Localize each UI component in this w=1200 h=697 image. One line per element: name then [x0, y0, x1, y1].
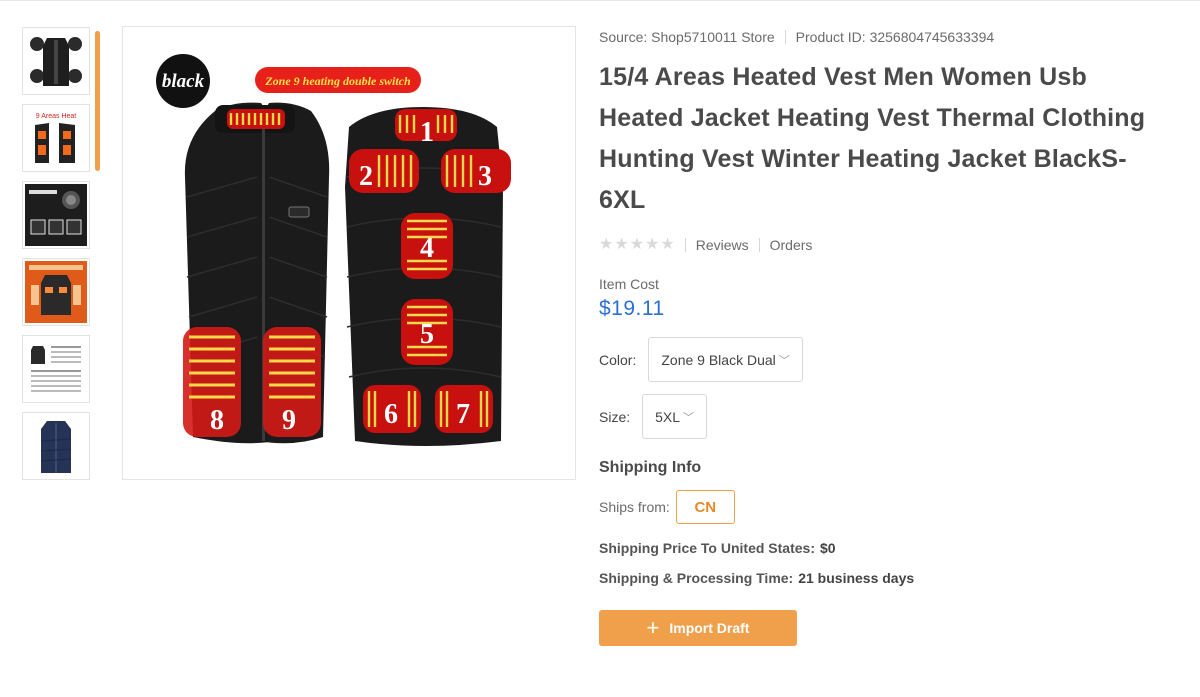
vest-front	[183, 102, 330, 444]
product-title: 15/4 Areas Heated Vest Men Women Usb Hea…	[599, 63, 1146, 214]
badge-text: black	[162, 71, 205, 92]
rating-stars: ★ ★ ★ ★ ★	[599, 237, 675, 253]
zone-label-9: 9	[282, 405, 296, 436]
thumbnail-6[interactable]	[22, 412, 90, 480]
processing-time-row: Shipping & Processing Time: 21 business …	[599, 570, 1189, 586]
item-cost-value: $19.11	[599, 297, 665, 320]
reviews-link[interactable]: Reviews	[696, 237, 749, 253]
size-option: Size: 5XL ﹀	[599, 394, 1189, 439]
thumbnail-4[interactable]	[22, 258, 90, 326]
product-id: Product ID: 3256804745633394	[795, 29, 995, 45]
thumb-9-areas-heat: 9 Areas Heat	[25, 107, 87, 169]
product-details: Source: Shop5710011 Store Product ID: 32…	[599, 27, 1189, 646]
thumbnail-2[interactable]: 9 Areas Heat	[22, 104, 90, 172]
size-select-value: 5XL	[655, 408, 681, 425]
star-icon: ★	[660, 236, 675, 253]
heated-vest-image: black Zone 9 heating double switch 1 2 3…	[123, 27, 575, 479]
zone-label-1: 1	[420, 117, 434, 148]
shipping-price-label: Shipping Price To United States:	[599, 540, 815, 556]
rating-divider	[684, 238, 686, 252]
color-option: Color: Zone 9 Black Dual ﹀	[599, 337, 1189, 382]
thumbnail-5[interactable]	[22, 335, 90, 403]
thumb-navy-vest	[25, 415, 87, 477]
shipping-price-row: Shipping Price To United States: $0	[599, 540, 1189, 556]
meta-divider	[784, 30, 786, 44]
thumb-size-chart	[25, 338, 87, 400]
thumb-vest-black-front	[25, 30, 87, 92]
chevron-down-icon: ﹀	[778, 354, 790, 367]
source-store[interactable]: Source: Shop5710011 Store	[599, 29, 775, 45]
main-product-image[interactable]: black Zone 9 heating double switch 1 2 3…	[122, 26, 576, 480]
import-draft-button[interactable]: + Import Draft	[599, 610, 797, 646]
color-select-value: Zone 9 Black Dual	[661, 351, 776, 368]
color-label: Color:	[599, 351, 637, 368]
star-icon: ★	[599, 236, 614, 253]
thumbnail-3[interactable]	[22, 181, 90, 249]
thumbnail-scrollbar[interactable]	[95, 31, 100, 171]
zone-label-3: 3	[478, 161, 492, 192]
thumbnail-1[interactable]	[22, 27, 90, 95]
shipping-info-heading: Shipping Info	[599, 459, 702, 476]
zone-label-8: 8	[210, 405, 224, 436]
star-icon: ★	[629, 236, 645, 253]
import-draft-label: Import Draft	[669, 620, 750, 636]
thumbnail-list: 9 Areas Heat	[22, 27, 90, 489]
zone-label-4: 4	[420, 233, 434, 264]
color-select[interactable]: Zone 9 Black Dual ﹀	[648, 337, 803, 382]
star-icon: ★	[614, 236, 629, 253]
item-cost-label: Item Cost	[599, 276, 659, 292]
product-meta: Source: Shop5710011 Store Product ID: 32…	[599, 27, 1189, 47]
thumb-controller-info	[25, 184, 87, 246]
zone-label-6: 6	[384, 399, 398, 430]
ships-from-label: Ships from:	[599, 499, 670, 515]
rating-divider	[758, 238, 760, 252]
processing-time-value: 21 business days	[798, 570, 915, 586]
plus-icon: +	[646, 615, 660, 640]
ships-from-option[interactable]: CN	[675, 490, 735, 524]
size-label: Size:	[599, 408, 631, 425]
vest-back	[345, 107, 511, 446]
processing-time-label: Shipping & Processing Time:	[599, 570, 794, 586]
thumb-orange-vest	[25, 261, 87, 323]
chevron-down-icon: ﹀	[683, 411, 695, 424]
zone-label-7: 7	[456, 399, 470, 430]
thumb-caption: 9 Areas Heat	[36, 113, 77, 120]
shipping-price-value: $0	[819, 540, 836, 556]
ships-from-row: Ships from: CN	[599, 490, 1189, 524]
size-select[interactable]: 5XL ﹀	[642, 394, 708, 439]
zone-label-5: 5	[420, 319, 434, 350]
orders-link[interactable]: Orders	[770, 237, 813, 253]
rating-row: ★ ★ ★ ★ ★ Reviews Orders	[599, 235, 1189, 255]
banner-text: Zone 9 heating double switch	[264, 74, 411, 88]
top-divider	[0, 0, 1200, 1]
zone-label-2: 2	[359, 161, 373, 192]
star-icon: ★	[645, 236, 660, 253]
